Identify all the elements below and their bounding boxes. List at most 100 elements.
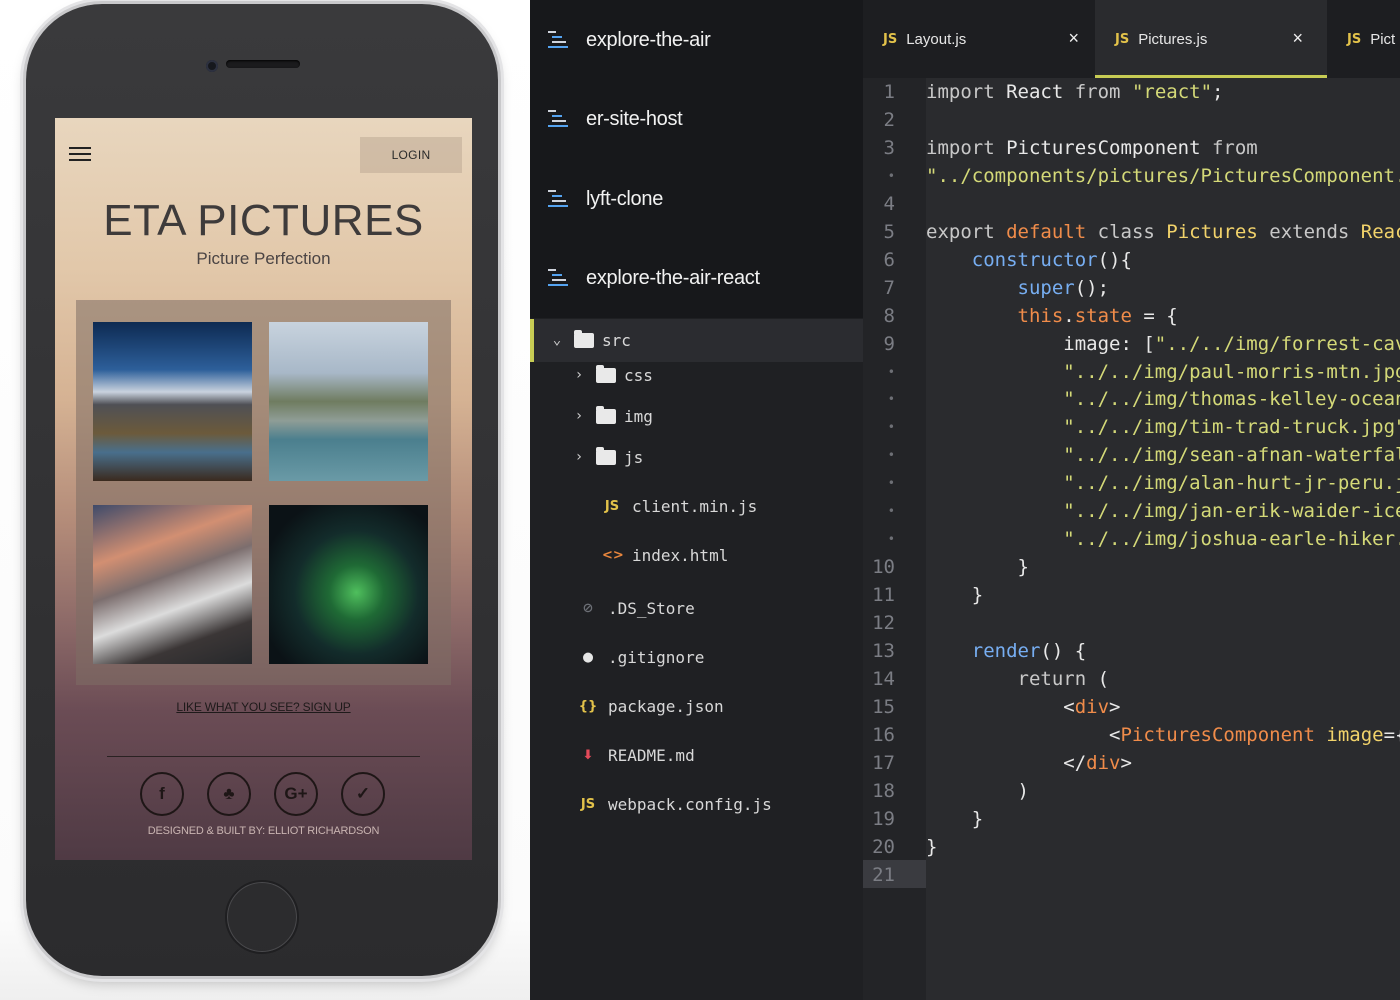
code-text[interactable]: "../../img/jan-erik-waider-ice" — [926, 497, 1400, 525]
code-line[interactable]: • "../../img/tim-trad-truck.jpg", — [863, 413, 1400, 441]
code-text[interactable]: "../components/pictures/PicturesComponen… — [926, 162, 1400, 190]
code-line[interactable]: 7 super(); — [863, 274, 1400, 302]
code-line[interactable]: • "../components/pictures/PicturesCompone… — [863, 162, 1400, 190]
code-text[interactable]: import React from "react"; — [926, 78, 1223, 106]
code-line[interactable]: • "../../img/jan-erik-waider-ice" — [863, 497, 1400, 525]
line-number: • — [887, 168, 895, 183]
file-ds-store[interactable]: ⊘ .DS_Store — [578, 592, 695, 624]
code-line[interactable]: 2 — [863, 106, 1400, 134]
code-text[interactable]: } — [926, 553, 1029, 581]
site-subtitle: Picture Perfection — [196, 249, 331, 268]
code-line[interactable]: 11 } — [863, 581, 1400, 609]
code-line[interactable]: 16 <PicturesComponent image={ — [863, 721, 1400, 749]
code-line[interactable]: • "../../img/joshua-earle-hiker.j — [863, 525, 1400, 553]
code-text[interactable]: <PicturesComponent image={ — [926, 721, 1400, 749]
code-line[interactable]: 4 — [863, 190, 1400, 218]
code-text[interactable]: this.state = { — [926, 302, 1178, 330]
folder-img[interactable]: › img — [572, 400, 653, 432]
signup-link[interactable]: LIKE WHAT YOU SEE? SIGN UP — [55, 700, 472, 714]
code-line[interactable]: 8 this.state = { — [863, 302, 1400, 330]
code-line[interactable]: 12 — [863, 609, 1400, 637]
code-line[interactable]: 14 return ( — [863, 665, 1400, 693]
close-icon[interactable]: × — [1068, 28, 1079, 49]
code-line[interactable]: 3 import PicturesComponent from — [863, 134, 1400, 162]
twitter-icon[interactable]: ✓ — [341, 772, 385, 816]
code-line[interactable]: 9 image: ["../../img/forrest-cava — [863, 330, 1400, 358]
line-number: 7 — [883, 276, 895, 299]
code-text[interactable]: "../../img/thomas-kelley-ocean — [926, 385, 1400, 413]
chevron-right-icon[interactable]: › — [572, 408, 586, 424]
code-line[interactable]: 6 constructor(){ — [863, 246, 1400, 274]
photo-coast[interactable] — [269, 322, 428, 481]
code-text[interactable]: <div> — [926, 693, 1120, 721]
chevron-right-icon[interactable]: › — [572, 367, 586, 383]
phone-preview: LOGIN ETA PICTURES Picture Perfection LI… — [0, 0, 530, 1000]
line-number: 3 — [883, 136, 895, 159]
code-line[interactable]: 1 import React from "react"; — [863, 78, 1400, 106]
chevron-down-icon[interactable]: ⌄ — [550, 332, 564, 348]
file-webpack-config-js[interactable]: JS webpack.config.js — [578, 788, 772, 820]
project-item[interactable]: explore-the-air-react — [548, 258, 760, 298]
project-item[interactable]: explore-the-air — [548, 20, 711, 60]
code-text[interactable]: ) — [926, 777, 1029, 805]
code-text[interactable]: render() { — [926, 637, 1086, 665]
folder-js[interactable]: › js — [572, 441, 643, 473]
code-text[interactable]: </div> — [926, 749, 1132, 777]
code-text[interactable]: } — [926, 805, 983, 833]
code-line[interactable]: • "../../img/alan-hurt-jr-peru.jp — [863, 469, 1400, 497]
code-line[interactable]: 10 } — [863, 553, 1400, 581]
code-text[interactable]: } — [926, 581, 983, 609]
photo-aurora[interactable] — [269, 505, 428, 664]
code-text[interactable]: export default class Pictures extends Re… — [926, 218, 1400, 246]
src-folder[interactable]: ⌄ src — [550, 324, 631, 356]
project-item[interactable]: lyft-clone — [548, 179, 663, 219]
code-line[interactable]: • "../../img/sean-afnan-waterfal — [863, 441, 1400, 469]
code-text[interactable]: image: ["../../img/forrest-cava — [926, 330, 1400, 358]
code-line[interactable]: 21 — [863, 861, 1400, 889]
code-text[interactable]: return ( — [926, 665, 1110, 693]
google-plus-icon[interactable]: G+ — [274, 772, 318, 816]
project-item[interactable]: er-site-host — [548, 99, 683, 139]
code-text[interactable]: "../../img/joshua-earle-hiker.j — [926, 525, 1400, 553]
code-line[interactable]: 13 render() { — [863, 637, 1400, 665]
close-icon[interactable]: × — [1292, 28, 1303, 49]
code-line[interactable]: • "../../img/paul-morris-mtn.jpg" — [863, 358, 1400, 386]
folder-icon — [574, 329, 594, 348]
src-folder-row[interactable]: ⌄ src — [530, 319, 863, 362]
home-button[interactable] — [225, 880, 299, 954]
file-gitignore[interactable]: ● .gitignore — [578, 641, 704, 673]
tab-pictures-js[interactable]: JS Pictures.js × — [1095, 0, 1327, 78]
code-text[interactable]: constructor(){ — [926, 246, 1132, 274]
code-line[interactable]: 18 ) — [863, 777, 1400, 805]
tree-icon[interactable]: ♣ — [207, 772, 251, 816]
code-line[interactable]: • "../../img/thomas-kelley-ocean — [863, 385, 1400, 413]
tab-pictures-component[interactable]: JS Pict — [1347, 0, 1400, 78]
line-number: 12 — [872, 612, 895, 635]
file-package-json[interactable]: {} package.json — [578, 690, 724, 722]
code-line[interactable]: 20} — [863, 833, 1400, 861]
facebook-icon[interactable]: f — [140, 772, 184, 816]
code-text[interactable]: import PicturesComponent from — [926, 134, 1258, 162]
chevron-right-icon[interactable]: › — [572, 449, 586, 465]
code-text[interactable]: super(); — [926, 274, 1110, 302]
file-index-html[interactable]: <> index.html — [602, 539, 728, 571]
login-button[interactable]: LOGIN — [360, 137, 462, 173]
code-text[interactable]: "../../img/sean-afnan-waterfal — [926, 441, 1400, 469]
photo-mountain[interactable] — [93, 322, 252, 481]
photo-truck[interactable] — [93, 505, 252, 664]
tab-layout-js[interactable]: JS Layout.js × — [883, 0, 1079, 78]
code-line[interactable]: 5 export default class Pictures extends R… — [863, 218, 1400, 246]
code-text[interactable]: "../../img/alan-hurt-jr-peru.jp — [926, 469, 1400, 497]
folder-icon — [596, 446, 616, 465]
hamburger-menu-icon[interactable] — [69, 147, 91, 163]
code-line[interactable]: 19 } — [863, 805, 1400, 833]
folder-css[interactable]: › css — [572, 359, 653, 391]
code-line[interactable]: 15 <div> — [863, 693, 1400, 721]
code-text[interactable]: "../../img/tim-trad-truck.jpg", — [926, 413, 1400, 441]
file-readme-md[interactable]: ⬇ README.md — [578, 739, 695, 771]
file-client-min-js[interactable]: JS client.min.js — [602, 490, 757, 522]
project-list: explore-the-air er-site-host lyft-clone … — [530, 0, 863, 318]
code-text[interactable]: "../../img/paul-morris-mtn.jpg" — [926, 358, 1400, 386]
code-text[interactable]: } — [926, 833, 937, 861]
code-line[interactable]: 17 </div> — [863, 749, 1400, 777]
